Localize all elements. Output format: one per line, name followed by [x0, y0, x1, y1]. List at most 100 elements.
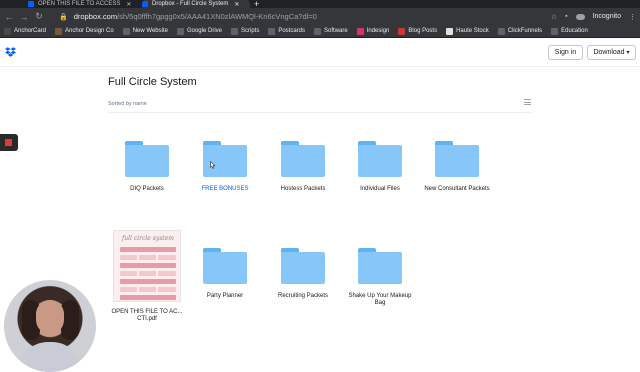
toolbar-right: ☆ ▪ Incognito ⋮	[551, 8, 636, 25]
item-label-line2: Bag	[374, 300, 386, 306]
folder-item-shake-up-your-makeup-bag[interactable]: Shake Up Your Makeup Bag	[341, 248, 419, 307]
folder-icon	[122, 27, 130, 35]
close-icon[interactable]: ✕	[234, 1, 239, 8]
bookmark-label: Postcards	[278, 28, 306, 34]
dropbox-favicon-icon	[142, 1, 148, 7]
item-label: New Consultant Packets	[424, 186, 490, 192]
list-view-icon[interactable]	[524, 99, 531, 105]
folder-item-hostess-packets[interactable]: Hostess Packets	[264, 141, 342, 193]
bookmark-label: Software	[324, 28, 348, 34]
browser-tab-strip: OPEN THIS FILE TO ACCESS ✕ Dropbox - Ful…	[0, 0, 640, 9]
tab-dropbox[interactable]: Dropbox - Full Circle System ✕	[142, 0, 250, 8]
bookmark-label: Blog Posts	[408, 28, 438, 34]
folder-icon	[497, 27, 505, 35]
close-icon[interactable]: ✕	[126, 1, 131, 8]
forward-icon[interactable]: →	[18, 12, 30, 22]
folder-item-recruiting-packets[interactable]: Recruiting Packets	[264, 248, 342, 300]
bookmark-software[interactable]: Software	[314, 27, 348, 35]
item-label: FREE BONUSES	[201, 186, 249, 192]
bookmark-new-website[interactable]: New Website	[122, 27, 168, 35]
extension-icon[interactable]: ▪	[565, 13, 567, 20]
item-label: Hostess Packets	[280, 186, 326, 192]
bookmark-label: New Website	[132, 28, 168, 34]
folder-item-free-bonuses[interactable]: FREE BONUSES	[186, 141, 264, 193]
bookmark-label: Education	[561, 28, 588, 34]
sort-label[interactable]: Sorted by name	[108, 101, 147, 107]
folder-icon	[281, 141, 325, 177]
tab-title: Dropbox - Full Circle System	[152, 1, 229, 7]
bookmark-label: Google Drive	[186, 28, 222, 34]
folder-icon	[358, 248, 402, 284]
tab-title: OPEN THIS FILE TO ACCESS	[38, 1, 121, 7]
sign-in-button[interactable]: Sign in	[548, 45, 583, 60]
folder-item-diq-packets[interactable]: DIQ Packets	[108, 141, 186, 193]
folder-icon	[314, 27, 322, 35]
bookmark-label: Scripts	[240, 28, 260, 34]
folder-item-individual-files[interactable]: Individual Files	[341, 141, 419, 193]
bookmark-anchor-design[interactable]: Anchor Design Co	[55, 27, 114, 35]
reload-icon[interactable]: ↻	[33, 11, 45, 22]
bookmark-anchorcard[interactable]: AnchorCard	[4, 27, 47, 35]
url-path: /sh/5q0fffh7gpgg0x5/AAA41XN0zlAWMQl-Kn6c…	[117, 12, 317, 21]
download-label: Download	[593, 49, 625, 56]
bookmark-label: Anchor Design Co	[65, 28, 114, 34]
bookmark-blog-posts[interactable]: Blog Posts	[398, 27, 438, 35]
folder-icon	[203, 141, 247, 177]
record-stop-button[interactable]	[0, 134, 18, 151]
indesign-icon	[356, 27, 364, 35]
bookmark-label: AnchorCard	[14, 28, 47, 34]
dropbox-logo-icon[interactable]	[5, 47, 16, 57]
dropbox-favicon-icon	[28, 1, 34, 7]
bookmark-clickfunnels[interactable]: ClickFunnels	[497, 27, 543, 35]
bookmark-indesign[interactable]: Indesign	[356, 27, 390, 35]
star-icon[interactable]: ☆	[551, 13, 557, 21]
folder-item-new-consultant-packets[interactable]: New Consultant Packets	[418, 141, 496, 193]
mouse-cursor-icon	[210, 161, 216, 169]
chevron-down-icon: ▾	[626, 50, 630, 56]
lock-icon[interactable]: 🔒	[59, 13, 68, 21]
incognito-icon	[575, 13, 585, 20]
folder-icon	[176, 27, 184, 35]
item-label-line1: OPEN THIS FILE TO AC...	[111, 309, 183, 315]
tab-open-this-file[interactable]: OPEN THIS FILE TO ACCESS ✕	[28, 0, 140, 8]
incognito-label: Incognito	[592, 13, 621, 20]
bookmark-icon	[4, 27, 11, 35]
url-domain: dropbox.com	[73, 12, 118, 21]
item-label: OPEN THIS FILE TO AC... CTI.pdf	[108, 309, 186, 323]
folder-icon	[125, 141, 169, 177]
folder-icon	[230, 27, 238, 35]
item-label: Shake Up Your Makeup Bag	[341, 293, 419, 307]
folder-icon	[203, 248, 247, 284]
item-label: Recruiting Packets	[277, 293, 329, 299]
stop-icon	[5, 139, 12, 146]
folder-icon	[358, 141, 402, 177]
bookmarks-bar: AnchorCard Anchor Design Co New Website …	[0, 25, 640, 38]
item-label: DIQ Packets	[130, 186, 164, 192]
dropbox-header: Sign in Download ▾	[0, 39, 640, 67]
folder-icon	[268, 27, 276, 35]
blog-icon	[398, 27, 406, 35]
bookmark-haute-stock[interactable]: Haute Stock	[446, 27, 489, 35]
bookmark-google-drive[interactable]: Google Drive	[176, 27, 222, 35]
webcam-overlay	[4, 280, 96, 372]
back-icon[interactable]: ←	[3, 12, 15, 22]
item-label: Party Planner	[206, 293, 244, 299]
file-item-pdf[interactable]: full circle system OPEN THIS FILE TO AC.…	[108, 230, 186, 323]
item-label-line1: Shake Up Your Makeup	[348, 293, 412, 299]
folder-icon	[281, 248, 325, 284]
page-title: Full Circle System	[108, 76, 197, 88]
bookmark-scripts[interactable]: Scripts	[230, 27, 260, 35]
bookmark-label: ClickFunnels	[507, 28, 543, 34]
folder-icon	[435, 141, 479, 177]
menu-icon[interactable]: ⋮	[629, 13, 636, 21]
download-button[interactable]: Download ▾	[587, 45, 636, 60]
browser-toolbar: ← → ↻ 🔒 dropbox.com/sh/5q0fffh7gpgg0x5/A…	[0, 8, 640, 25]
bookmark-label: Indesign	[366, 28, 390, 34]
address-bar[interactable]: dropbox.com/sh/5q0fffh7gpgg0x5/AAA41XN0z…	[74, 12, 317, 21]
folder-item-party-planner[interactable]: Party Planner	[186, 248, 264, 300]
bookmark-icon	[55, 27, 63, 35]
bookmark-education[interactable]: Education	[551, 27, 588, 35]
pdf-thumbnail: full circle system	[113, 230, 181, 302]
bookmark-postcards[interactable]: Postcards	[268, 27, 306, 35]
haute-stock-icon	[446, 27, 454, 35]
